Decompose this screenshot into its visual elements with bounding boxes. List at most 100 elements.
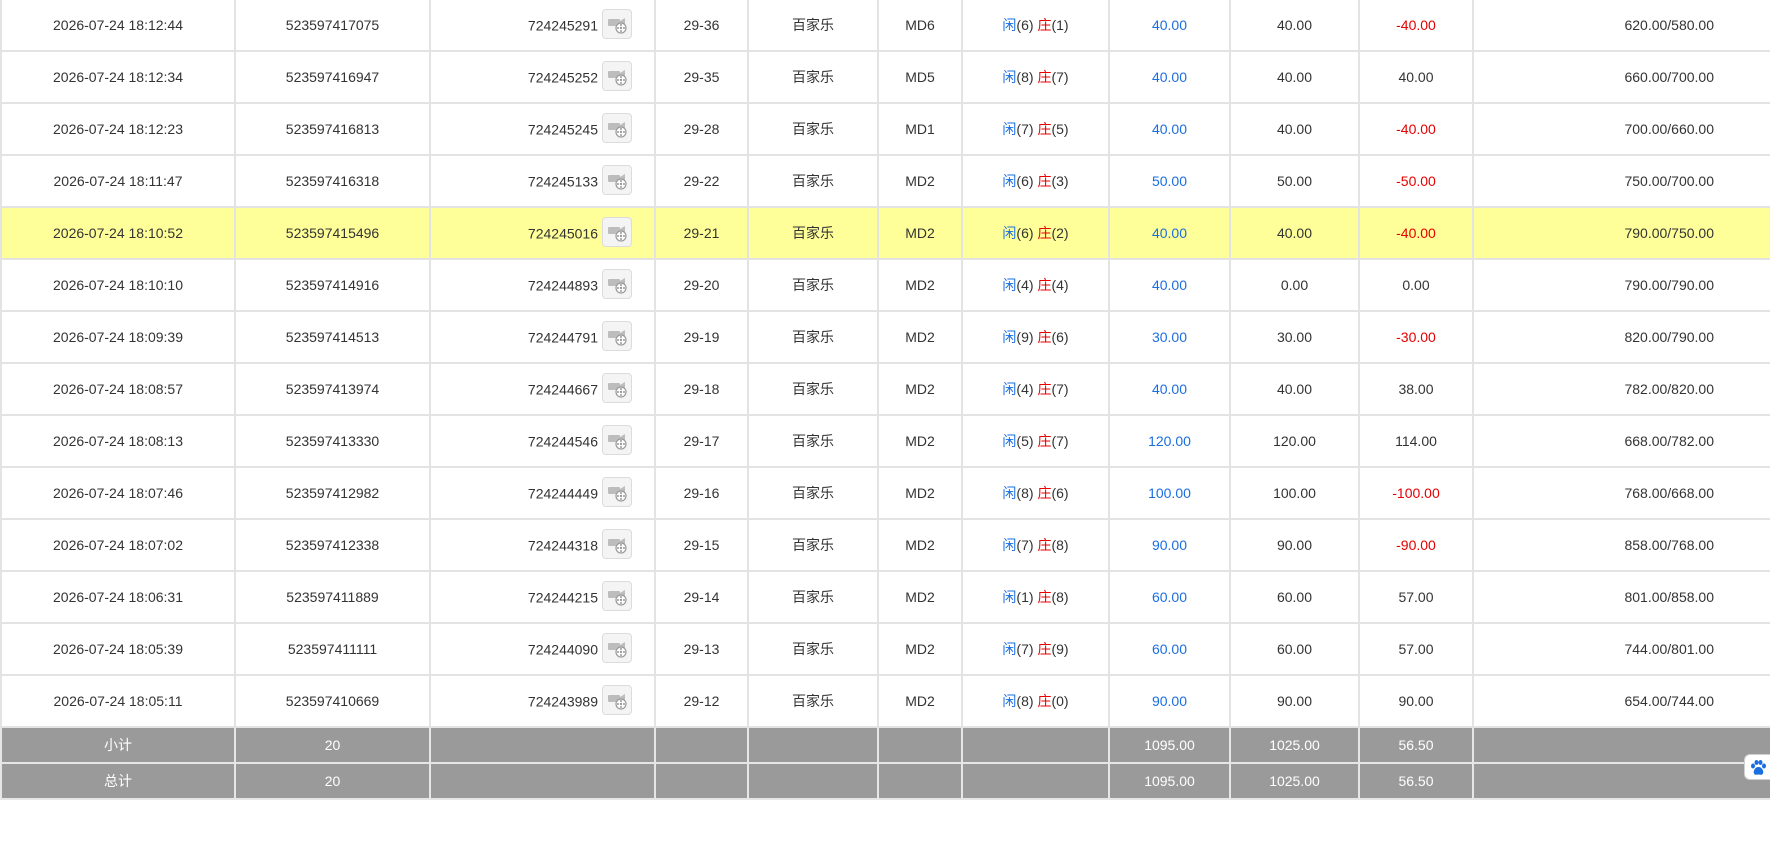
round-cell: 724244090	[429, 622, 656, 676]
mode-cell: MD2	[877, 518, 963, 572]
paw-icon[interactable]	[1744, 754, 1770, 780]
balance-cell: 790.00/750.00	[1472, 206, 1770, 260]
video-replay-icon[interactable]	[602, 321, 632, 351]
banker-score: (7)	[1051, 433, 1069, 449]
round-cell: 724244791	[429, 310, 656, 364]
video-replay-icon[interactable]	[602, 9, 632, 39]
banker-label: 庄	[1037, 693, 1052, 709]
balance-cell: 790.00/790.00	[1472, 258, 1770, 312]
bet-records-table: 2026-07-24 18:12:44 523597417075 724245291…	[0, 0, 1770, 800]
bet-id-cell: 523597417075	[234, 0, 431, 52]
game-cell: 百家乐	[747, 674, 879, 728]
table-row[interactable]: 2026-07-24 18:10:10 523597414916 724244893…	[0, 258, 1770, 312]
round-number: 724245291	[527, 17, 598, 34]
balance-cell: 820.00/790.00	[1472, 310, 1770, 364]
video-replay-icon[interactable]	[602, 425, 632, 455]
time-cell: 2026-07-24 18:06:31	[0, 570, 236, 624]
round-number: 724244893	[527, 277, 598, 294]
bet-id-cell: 523597411111	[234, 622, 431, 676]
result-cards-cell: 闲(7) 庄(5)	[961, 102, 1110, 156]
table-row[interactable]: 2026-07-24 18:07:46 523597412982 724244449…	[0, 466, 1770, 520]
table-no-cell: 29-28	[654, 102, 749, 156]
time-cell: 2026-07-24 18:10:10	[0, 258, 236, 312]
bet-amount-cell: 90.00	[1108, 518, 1231, 572]
round-cell: 724244546	[429, 414, 656, 468]
total-bet: 1095.00	[1108, 762, 1231, 800]
video-replay-icon[interactable]	[602, 581, 632, 611]
table-row[interactable]: 2026-07-24 18:06:31 523597411889 724244215…	[0, 570, 1770, 624]
subtotal-row: 小计 20 1095.00 1025.00 56.50	[0, 726, 1770, 764]
table-row[interactable]: 2026-07-24 18:10:52 523597415496 724245016…	[0, 206, 1770, 260]
table-row[interactable]: 2026-07-24 18:12:44 523597417075 724245291…	[0, 0, 1770, 52]
valid-bet-cell: 100.00	[1229, 466, 1360, 520]
video-replay-icon[interactable]	[602, 477, 632, 507]
valid-bet-cell: 90.00	[1229, 674, 1360, 728]
result-cards-cell: 闲(7) 庄(8)	[961, 518, 1110, 572]
video-replay-icon[interactable]	[602, 61, 632, 91]
round-cell: 724245016	[429, 206, 656, 260]
result-cards-cell: 闲(5) 庄(7)	[961, 414, 1110, 468]
result-cell: 38.00	[1358, 362, 1474, 416]
video-replay-icon[interactable]	[602, 165, 632, 195]
table-no-cell: 29-22	[654, 154, 749, 208]
result-cards-cell: 闲(7) 庄(9)	[961, 622, 1110, 676]
video-replay-icon[interactable]	[602, 529, 632, 559]
result-cards-cell: 闲(8) 庄(0)	[961, 674, 1110, 728]
result-cards-cell: 闲(1) 庄(8)	[961, 570, 1110, 624]
table-row[interactable]: 2026-07-24 18:07:02 523597412338 724244318…	[0, 518, 1770, 572]
table-row[interactable]: 2026-07-24 18:11:47 523597416318 724245133…	[0, 154, 1770, 208]
valid-bet-cell: 90.00	[1229, 518, 1360, 572]
video-replay-icon[interactable]	[602, 373, 632, 403]
video-replay-icon[interactable]	[602, 113, 632, 143]
player-label: 闲	[1002, 641, 1017, 657]
total-valid: 1025.00	[1229, 762, 1360, 800]
video-replay-icon[interactable]	[602, 633, 632, 663]
subtotal-bet: 1095.00	[1108, 726, 1231, 764]
balance-cell: 744.00/801.00	[1472, 622, 1770, 676]
bet-amount-cell: 30.00	[1108, 310, 1231, 364]
table-row[interactable]: 2026-07-24 18:12:34 523597416947 724245252…	[0, 50, 1770, 104]
banker-score: (1)	[1051, 17, 1069, 33]
game-cell: 百家乐	[747, 50, 879, 104]
video-replay-icon[interactable]	[602, 217, 632, 247]
player-label: 闲	[1002, 69, 1017, 85]
round-cell: 724243989	[429, 674, 656, 728]
round-number: 724244318	[527, 537, 598, 554]
valid-bet-cell: 60.00	[1229, 570, 1360, 624]
banker-label: 庄	[1037, 17, 1052, 33]
table-row[interactable]: 2026-07-24 18:08:57 523597413974 724244667…	[0, 362, 1770, 416]
banker-label: 庄	[1037, 485, 1052, 501]
game-cell: 百家乐	[747, 414, 879, 468]
table-row[interactable]: 2026-07-24 18:05:11 523597410669 724243989…	[0, 674, 1770, 728]
balance-cell: 700.00/660.00	[1472, 102, 1770, 156]
table-no-cell: 29-18	[654, 362, 749, 416]
video-replay-icon[interactable]	[602, 685, 632, 715]
bet-amount-cell: 90.00	[1108, 674, 1231, 728]
round-number: 724245016	[527, 225, 598, 242]
table-row[interactable]: 2026-07-24 18:12:23 523597416813 724245245…	[0, 102, 1770, 156]
game-cell: 百家乐	[747, 154, 879, 208]
player-label: 闲	[1002, 589, 1017, 605]
bet-id-cell: 523597410669	[234, 674, 431, 728]
round-cell: 724244318	[429, 518, 656, 572]
balance-cell: 801.00/858.00	[1472, 570, 1770, 624]
video-replay-icon[interactable]	[602, 269, 632, 299]
game-cell: 百家乐	[747, 258, 879, 312]
result-cell: 40.00	[1358, 50, 1474, 104]
total-count: 20	[234, 762, 431, 800]
result-cell: -50.00	[1358, 154, 1474, 208]
round-number: 724244449	[527, 485, 598, 502]
player-score: (8)	[1016, 485, 1034, 501]
time-cell: 2026-07-24 18:08:57	[0, 362, 236, 416]
mode-cell: MD2	[877, 206, 963, 260]
table-row[interactable]: 2026-07-24 18:05:39 523597411111 724244090…	[0, 622, 1770, 676]
table-row[interactable]: 2026-07-24 18:09:39 523597414513 724244791…	[0, 310, 1770, 364]
time-cell: 2026-07-24 18:12:23	[0, 102, 236, 156]
bet-id-cell: 523597413330	[234, 414, 431, 468]
valid-bet-cell: 40.00	[1229, 50, 1360, 104]
player-label: 闲	[1002, 537, 1017, 553]
banker-score: (8)	[1051, 589, 1069, 605]
table-row[interactable]: 2026-07-24 18:08:13 523597413330 724244546…	[0, 414, 1770, 468]
bet-amount-cell: 40.00	[1108, 258, 1231, 312]
player-score: (7)	[1016, 641, 1034, 657]
